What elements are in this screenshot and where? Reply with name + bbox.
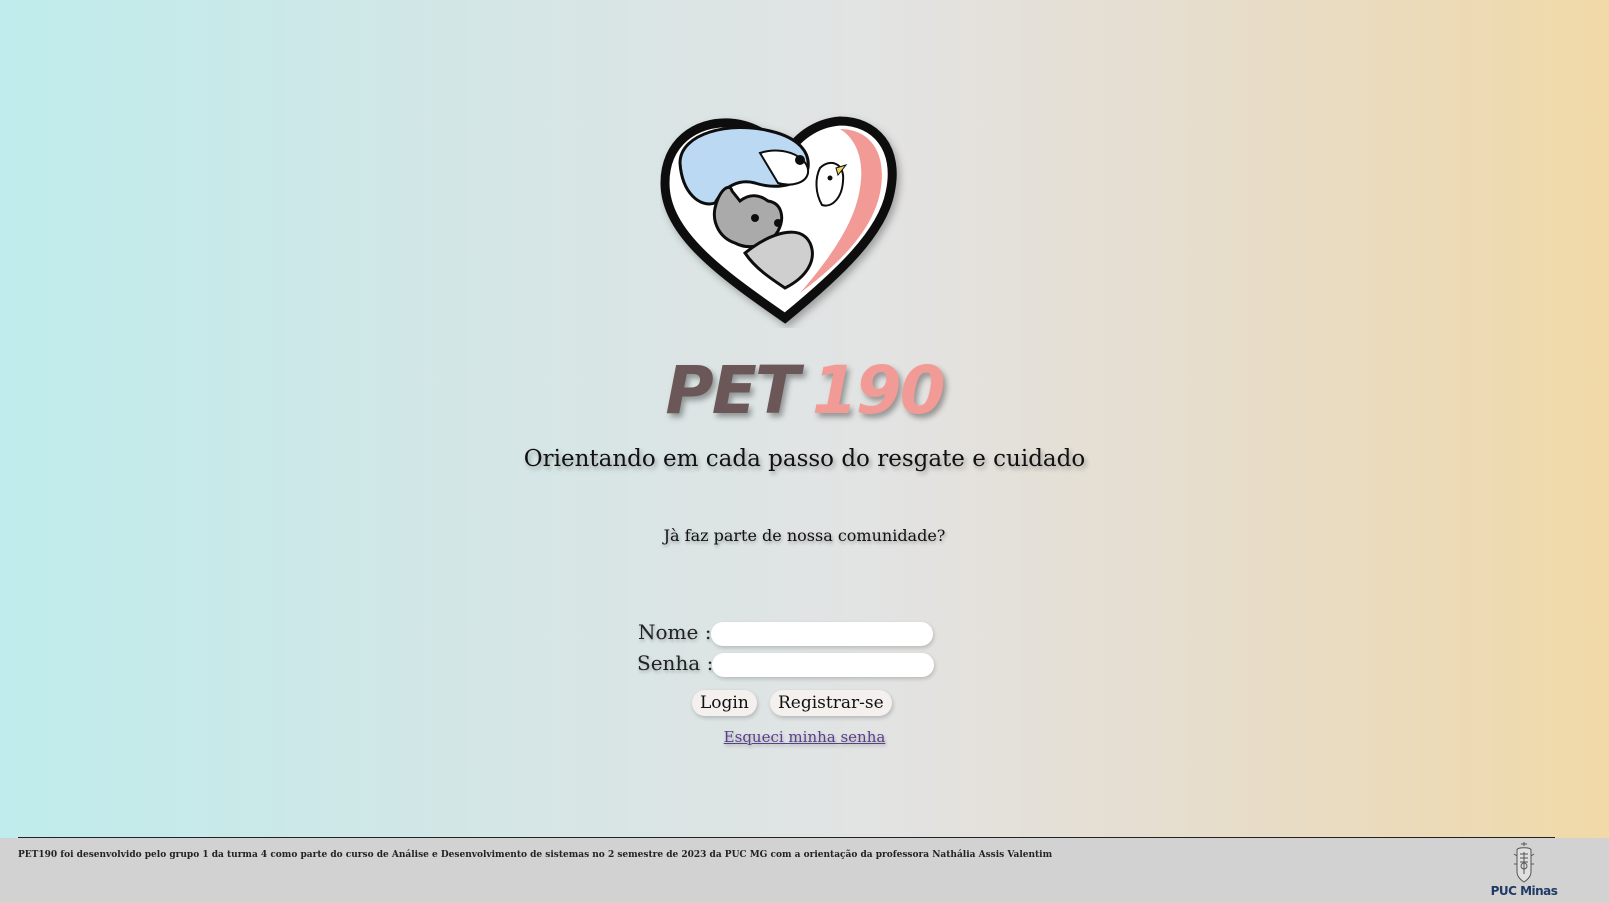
brand-title-part2: 190	[811, 352, 946, 429]
password-label: Senha :	[637, 651, 714, 675]
footer-credits: PET190 foi desenvolvido pelo grupo 1 da …	[18, 850, 1053, 860]
login-page: PET 190 Orientando em cada passo do resga…	[0, 0, 1609, 903]
puc-minas-text: PUC Minas	[1490, 884, 1558, 898]
community-question: Jà faz parte de nossa comunidade?	[663, 526, 946, 545]
name-label: Nome :	[638, 620, 712, 644]
register-button[interactable]: Registrar-se	[770, 690, 892, 716]
tagline: Orientando em cada passo do resgate e cu…	[523, 446, 1086, 472]
forgot-password-link[interactable]: Esqueci minha senha	[724, 728, 886, 746]
brand-title: PET 190	[0, 358, 1609, 424]
brand-title-part1: PET	[665, 352, 799, 429]
forgot-password-container: Esqueci minha senha	[0, 727, 1609, 746]
heart-pets-logo-icon	[660, 116, 897, 324]
footer: PET190 foi desenvolvido pelo grupo 1 da …	[0, 838, 1609, 903]
password-input[interactable]	[712, 653, 934, 677]
puc-minas-logo: PUC Minas	[1490, 840, 1558, 900]
login-button[interactable]: Login	[692, 690, 757, 716]
puc-crest-icon	[1513, 842, 1535, 883]
name-input[interactable]	[711, 622, 933, 646]
